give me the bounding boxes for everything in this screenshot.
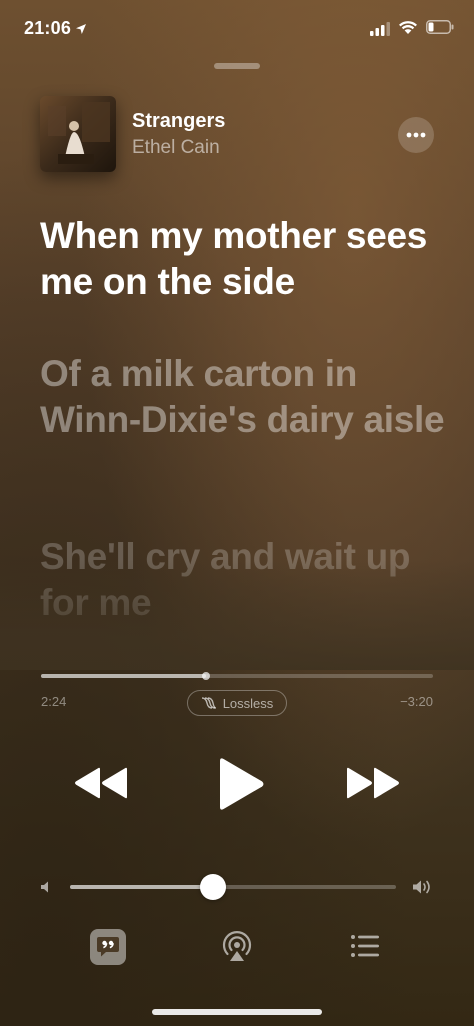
artist-name[interactable]: Ethel Cain	[132, 137, 220, 159]
location-arrow-icon	[76, 24, 87, 34]
lyrics-fade-overlay	[0, 560, 474, 670]
battery-icon	[426, 20, 454, 34]
cellular-signal-icon	[370, 22, 390, 36]
playback-scrubber[interactable]	[41, 672, 433, 680]
lyrics-quote-icon	[97, 937, 119, 957]
more-options-button[interactable]	[398, 117, 434, 153]
scrubber-progress	[41, 674, 206, 678]
queue-button[interactable]	[350, 933, 380, 959]
sheet-grabber[interactable]	[214, 63, 260, 69]
status-time-text: 21:06	[24, 18, 72, 38]
volume-slider[interactable]	[70, 874, 396, 900]
fast-forward-button[interactable]	[345, 765, 401, 801]
album-artwork[interactable]	[40, 96, 116, 172]
volume-level	[70, 885, 214, 889]
volume-knob[interactable]	[200, 874, 227, 900]
elapsed-time: 2:24	[41, 694, 67, 709]
volume-high-icon	[413, 880, 430, 894]
wifi-icon	[399, 21, 417, 34]
airplay-button[interactable]	[220, 930, 254, 964]
lossless-label: Lossless	[222, 695, 274, 711]
status-time: 21:06	[24, 18, 87, 39]
remaining-time: −3:20	[400, 694, 433, 709]
lyric-line-next[interactable]: Of a milk carton in Winn-Dixie's dairy a…	[40, 351, 450, 443]
rewind-button[interactable]	[73, 765, 129, 801]
scrubber-knob[interactable]	[201, 672, 210, 680]
volume-low-icon	[41, 881, 48, 893]
lyrics-button[interactable]	[90, 929, 126, 965]
play-button[interactable]	[214, 756, 266, 812]
home-indicator[interactable]	[152, 1009, 322, 1015]
ellipsis-icon	[406, 132, 426, 138]
lossless-icon	[201, 697, 216, 709]
song-title[interactable]: Strangers	[132, 110, 225, 133]
lossless-badge[interactable]: Lossless	[187, 690, 287, 716]
lyric-line-active[interactable]: When my mother sees me on the side	[40, 213, 450, 305]
